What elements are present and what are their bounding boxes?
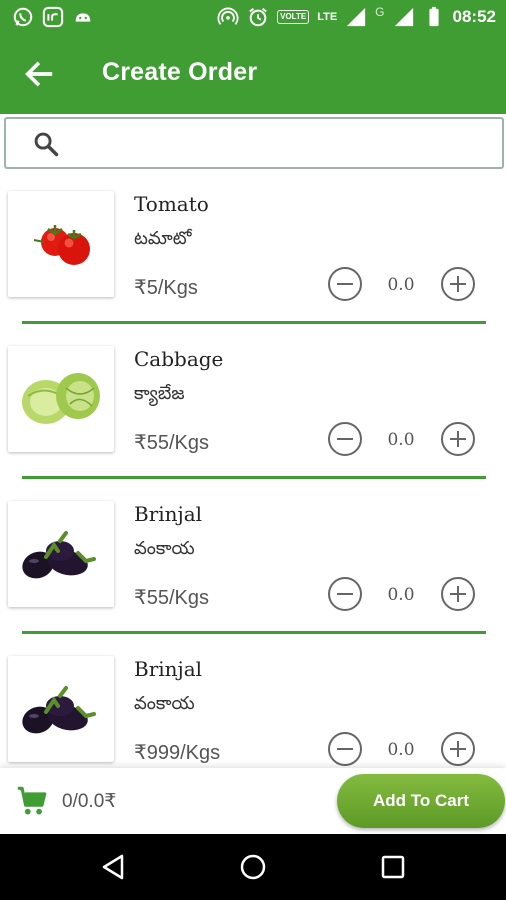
clock: 08:52 [452,7,496,26]
divider [22,476,486,479]
product-name: Tomato [134,192,209,216]
quantity-value: 0.0 [387,430,415,450]
increase-quantity-button[interactable] [440,731,476,767]
product-local-name: వంకాయ [134,693,195,714]
product-image-cabbage [8,346,114,452]
decrease-quantity-button[interactable] [327,576,363,612]
back-nav-icon[interactable] [98,851,130,883]
search-input[interactable] [68,127,488,161]
product-name: Brinjal [134,657,203,681]
product-price: ₹55/Kgs [134,587,209,609]
add-to-cart-button[interactable]: Add To Cart [337,774,505,828]
product-local-name: వంకాయ [134,538,195,559]
quantity-value: 0.0 [387,740,415,760]
product-item[interactable]: Cabbage క్యాబేజ ₹55/Kgs 0.0 [0,335,506,490]
app-bar: Create Order [0,34,506,114]
network-type-indicator: G [375,5,385,19]
decrease-quantity-button[interactable] [327,731,363,767]
product-local-name: టమాటో [134,228,192,249]
system-nav-bar [0,834,506,900]
divider [22,631,486,634]
product-list[interactable]: Tomato టమాటో ₹5/Kgs 0.0 Cabbage క్యాబేజ … [0,180,506,768]
page-title: Create Order [102,58,258,86]
signal-icon [347,7,366,27]
product-name: Brinjal [134,502,203,526]
cart-bar: 0/0.0₹ Add To Cart [0,768,506,834]
increase-quantity-button[interactable] [440,266,476,302]
product-image-brinjal [8,656,114,762]
app-notification-icon [42,6,64,28]
search-icon [34,132,59,157]
lte-indicator: LTE [317,10,338,23]
product-price: ₹999/Kgs [134,742,221,764]
product-price: ₹55/Kgs [134,432,209,454]
product-item[interactable]: Brinjal వంకాయ ₹999/Kgs 0.0 [0,645,506,768]
shopping-cart-icon[interactable] [14,784,50,818]
increase-quantity-button[interactable] [440,576,476,612]
back-arrow-icon[interactable] [22,57,56,91]
volte-badge: VOLTE [277,10,310,24]
product-name: Cabbage [134,347,224,371]
product-image-brinjal [8,501,114,607]
decrease-quantity-button[interactable] [327,266,363,302]
whatsapp-icon [13,7,33,27]
product-local-name: క్యాబేజ [134,383,185,404]
product-item[interactable]: Brinjal వంకాయ ₹55/Kgs 0.0 [0,490,506,645]
hotspot-icon [217,7,239,25]
cart-summary: 0/0.0₹ [62,791,117,812]
product-image-tomato [8,191,114,297]
alarm-icon [249,7,267,27]
signal-secondary-icon [394,7,413,27]
decrease-quantity-button[interactable] [327,421,363,457]
android-icon [75,13,91,22]
search-bar[interactable] [4,117,504,169]
battery-icon [428,6,439,27]
product-price: ₹5/Kgs [134,277,198,299]
increase-quantity-button[interactable] [440,421,476,457]
status-bar: VOLTE LTE G 08:52 [0,0,506,34]
recents-nav-icon[interactable] [377,851,409,883]
product-item[interactable]: Tomato టమాటో ₹5/Kgs 0.0 [0,180,506,335]
quantity-value: 0.0 [387,585,415,605]
home-nav-icon[interactable] [237,851,269,883]
divider [22,321,486,324]
quantity-value: 0.0 [387,275,415,295]
